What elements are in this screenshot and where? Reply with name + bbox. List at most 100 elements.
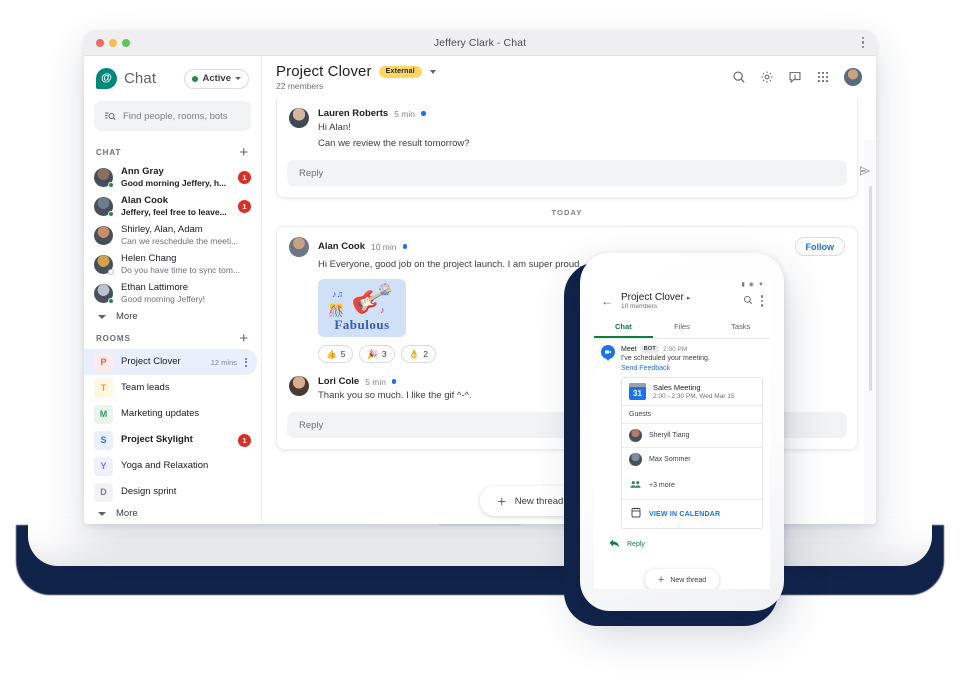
phone-new-thread-button[interactable]: + New thread (644, 569, 720, 589)
chat-name: Helen Chang (121, 253, 177, 264)
back-arrow-icon[interactable]: ← (601, 295, 613, 307)
chevron-down-icon (98, 314, 106, 319)
sidebar-item-room[interactable]: Y Yoga and Relaxation (84, 453, 261, 479)
follow-button[interactable]: Follow (794, 237, 845, 256)
chat-snippet: Good morning Jeffery! (121, 294, 205, 304)
signal-icon: ▮ (741, 281, 745, 288)
avatar[interactable] (289, 376, 309, 396)
more-guests-label: +3 more (649, 481, 675, 489)
message-author: Alan Cook (318, 241, 365, 252)
day-divider: TODAY (551, 208, 583, 217)
maximize-window-icon[interactable] (122, 38, 130, 47)
minimize-window-icon[interactable] (109, 38, 117, 47)
vertical-scrollbar[interactable] (869, 186, 872, 391)
event-header[interactable]: 31 Sales Meeting 2:00 - 2:30 PM, Wed Mar… (622, 378, 762, 406)
room-timestamp: 12 mins (210, 357, 237, 367)
phone-tab[interactable]: Chat (594, 317, 653, 338)
sidebar-item-chat[interactable]: Alan Cook Jeffery, feel free to leave... 1 (84, 192, 261, 221)
avatar[interactable] (844, 68, 862, 86)
avatar (94, 197, 114, 217)
chat-name: Ethan Lattimore (121, 282, 189, 293)
add-room-button[interactable]: + (239, 331, 249, 346)
phone-reply-button[interactable]: Reply (601, 529, 763, 560)
chevron-right-icon[interactable]: ▸ (687, 294, 691, 302)
phone-tab[interactable]: Files (653, 317, 712, 338)
plus-icon: + (497, 493, 506, 509)
search-icon[interactable] (732, 70, 746, 84)
chevron-down-icon (98, 511, 106, 516)
bot-badge: BOT (640, 345, 660, 353)
window-traffic-lights[interactable] (96, 38, 130, 47)
phone-page-title: Project Clover (621, 292, 684, 303)
sidebar-item-room[interactable]: D Design sprint (84, 479, 261, 505)
search-input[interactable]: Find people, rooms, bots (94, 101, 251, 131)
room-name: Team leads (121, 382, 170, 393)
message: Lauren Roberts 5 min Hi Alan! Can we rev… (289, 108, 845, 151)
sidebar-item-room[interactable]: P Project Clover 12 mins (84, 349, 257, 375)
window-kebab-menu-icon[interactable] (861, 36, 864, 49)
status-dot-icon (192, 75, 199, 82)
message-time: 5 min (394, 108, 416, 119)
presence-dot-icon (108, 211, 114, 217)
avatar[interactable] (289, 108, 309, 128)
status-dropdown[interactable]: Active (184, 68, 249, 89)
pinwheel-icon: 🎡 (378, 284, 392, 296)
avatar[interactable] (289, 237, 309, 257)
chat-section-title: CHAT (96, 148, 122, 157)
reaction-emoji-icon: 👍 (326, 348, 337, 359)
chat-name: Shirley, Alan, Adam (121, 224, 203, 235)
unread-dot-icon (421, 111, 426, 116)
rooms-more-button[interactable]: More (84, 505, 261, 522)
search-list-icon (105, 112, 116, 121)
rooms-section-title: ROOMS (96, 334, 131, 343)
guests-label-row: Guests (622, 406, 762, 424)
reaction-chip[interactable]: 👌 2 (400, 345, 436, 363)
phone-tab[interactable]: Tasks (711, 317, 770, 338)
phone-new-thread-container: + New thread (594, 569, 770, 589)
kebab-menu-icon[interactable] (760, 295, 763, 307)
view-in-calendar-link[interactable]: VIEW IN CALENDAR (649, 511, 720, 518)
wifi-icon: ◉ (748, 281, 755, 288)
sidebar-item-room[interactable]: T Team leads (84, 375, 261, 401)
sidebar-item-chat[interactable]: Ann Gray Good morning Jeffery, h... 1 (84, 163, 261, 192)
search-icon[interactable] (743, 292, 753, 310)
sidebar-item-chat[interactable]: Shirley, Alan, Adam Can we reschedule the… (84, 221, 261, 250)
room-name: Yoga and Relaxation (121, 460, 209, 471)
chat-more-button[interactable]: More (84, 308, 261, 325)
sidebar-item-chat[interactable]: Helen Chang Do you have time to sync tom.… (84, 250, 261, 279)
header-toolbar (732, 68, 862, 86)
sidebar-item-room[interactable]: M Marketing updates (84, 401, 261, 427)
calendar-icon: 31 (629, 383, 646, 400)
sidebar-header: @ Chat Active (84, 64, 261, 95)
reply-placeholder: Reply (299, 167, 324, 179)
fabulous-guitar-gif[interactable]: ♪♫ 🎸 🎡 🎊 ♪ Fabulous (318, 279, 406, 337)
chat-snippet: Do you have time to sync tom... (121, 265, 241, 275)
send-icon[interactable] (859, 165, 871, 180)
room-options-icon[interactable] (245, 357, 247, 367)
avatar (94, 284, 114, 304)
view-in-calendar-row[interactable]: VIEW IN CALENDAR (622, 500, 762, 528)
rooms-section-header: ROOMS + (84, 325, 261, 349)
sidebar-item-room[interactable]: S Project Skylight 1 (84, 427, 261, 453)
event-time: 2:00 - 2:30 PM, Wed Mar 15 (653, 393, 735, 400)
chat-more-label: More (116, 311, 138, 322)
member-count: 22 members (276, 81, 324, 91)
feedback-icon[interactable] (788, 70, 802, 84)
reply-input-top[interactable]: Reply (287, 160, 871, 186)
sidebar-item-chat[interactable]: Ethan Lattimore Good morning Jeffery! (84, 279, 261, 308)
gear-icon[interactable] (760, 70, 774, 84)
add-chat-button[interactable]: + (239, 145, 249, 160)
unread-dot-icon (402, 244, 407, 249)
reaction-chip[interactable]: 👍 5 (318, 345, 354, 363)
reaction-chip[interactable]: 🎉 3 (359, 345, 395, 363)
phone-message-text: I've scheduled your meeting. (621, 355, 710, 362)
more-guests-row[interactable]: +3 more (622, 471, 762, 500)
avatar (94, 226, 113, 245)
apps-grid-icon[interactable] (816, 70, 830, 84)
chevron-down-icon[interactable] (429, 69, 436, 74)
chat-snippet: Can we reschedule the meeti... (121, 236, 239, 246)
reaction-emoji-icon: 🎉 (367, 348, 378, 359)
send-feedback-link[interactable]: Send Feedback (621, 365, 763, 372)
close-window-icon[interactable] (96, 38, 104, 47)
unread-badge: 1 (238, 171, 251, 184)
